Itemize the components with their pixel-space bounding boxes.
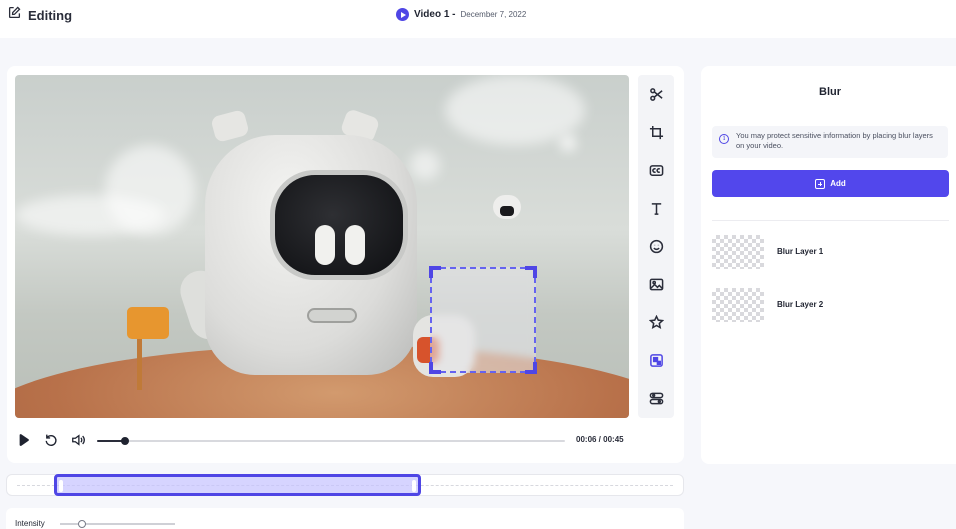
resize-handle-bottom-right[interactable] <box>525 362 537 374</box>
volume-button[interactable] <box>71 433 85 447</box>
text-icon <box>651 202 661 215</box>
tool-column <box>638 75 674 418</box>
replay-button[interactable] <box>44 433 58 447</box>
tool-blur-button[interactable] <box>642 346 670 374</box>
panel-title: Blur <box>819 86 841 98</box>
background-bokeh <box>445 75 585 145</box>
divider <box>712 220 949 221</box>
smiley-icon <box>649 239 663 253</box>
tool-text-button[interactable] <box>642 194 670 222</box>
video-date: December 7, 2022 <box>460 10 527 19</box>
volume-icon <box>72 434 85 446</box>
tool-emoji-button[interactable] <box>642 232 670 260</box>
tool-captions-button[interactable] <box>642 156 670 184</box>
background-bokeh <box>15 195 165 235</box>
resize-handle-top-right[interactable] <box>525 266 537 278</box>
time-readout: 00:06 / 00:45 <box>576 435 624 444</box>
blur-region-selection[interactable] <box>429 266 537 374</box>
video-play-icon[interactable] <box>396 8 409 21</box>
top-bar: Editing Video 1 - December 7, 2022 <box>0 0 956 38</box>
blur-layer-thumbnail <box>712 288 764 322</box>
replay-icon <box>45 434 57 446</box>
add-button-label: Add <box>830 179 846 188</box>
progress-slider[interactable] <box>97 437 565 445</box>
blur-panel: Blur You may protect sensitive informati… <box>701 66 956 464</box>
timeline-track[interactable] <box>6 474 684 496</box>
edit-icon <box>8 6 21 24</box>
segment-start-handle[interactable] <box>59 480 64 492</box>
image-icon <box>649 278 663 290</box>
tool-sticker-button[interactable] <box>642 308 670 336</box>
background-bokeh <box>410 150 440 180</box>
star-icon <box>648 314 664 329</box>
blur-layer-item[interactable]: Blur Layer 1 <box>712 235 949 269</box>
segment-end-handle[interactable] <box>411 480 416 492</box>
info-icon <box>719 134 729 144</box>
robot-eye <box>345 225 365 265</box>
tool-image-button[interactable] <box>642 270 670 298</box>
page-title: Editing <box>28 7 73 23</box>
tool-cut-button[interactable] <box>642 80 670 108</box>
scissors-icon <box>649 87 663 101</box>
blur-layer-item[interactable]: Blur Layer 2 <box>712 288 949 322</box>
flag <box>127 307 169 339</box>
add-blur-layer-button[interactable]: Add <box>712 170 949 197</box>
robot-eye <box>315 225 335 265</box>
tool-crop-button[interactable] <box>642 118 670 146</box>
video-info: Video 1 - December 7, 2022 <box>396 8 526 21</box>
progress-knob[interactable] <box>121 437 130 445</box>
resize-handle-top-left[interactable] <box>429 266 441 278</box>
plus-icon <box>815 178 826 189</box>
intensity-label: Intensity <box>15 519 45 528</box>
blur-layer-name: Blur Layer 2 <box>777 300 824 309</box>
intensity-knob[interactable] <box>77 520 86 528</box>
crop-icon <box>649 125 663 139</box>
info-text: You may protect sensitive information by… <box>736 131 933 150</box>
play-icon <box>19 434 29 446</box>
player-panel: 00:06 / 00:45 <box>7 66 684 463</box>
info-box: You may protect sensitive information by… <box>712 126 948 158</box>
robot-mouth <box>307 308 357 323</box>
playback-controls: 00:06 / 00:45 <box>15 432 635 450</box>
robot-visor <box>270 170 408 280</box>
blur-icon <box>649 353 663 367</box>
video-preview[interactable] <box>15 75 629 418</box>
cc-icon <box>649 164 663 176</box>
intensity-bar: Intensity <box>6 508 684 529</box>
play-button[interactable] <box>17 433 31 447</box>
timeline-blur-segment[interactable] <box>54 474 421 496</box>
background-bokeh <box>560 135 576 151</box>
drone-face <box>500 206 514 216</box>
tool-filters-button[interactable] <box>642 384 670 412</box>
intensity-slider[interactable] <box>60 520 175 528</box>
robot-antenna <box>210 109 250 143</box>
adjust-icon <box>649 392 663 404</box>
blur-layer-thumbnail <box>712 235 764 269</box>
title-group: Editing <box>8 6 72 24</box>
blur-layer-name: Blur Layer 1 <box>777 247 824 256</box>
video-name: Video 1 - <box>414 9 456 20</box>
resize-handle-bottom-left[interactable] <box>429 362 441 374</box>
